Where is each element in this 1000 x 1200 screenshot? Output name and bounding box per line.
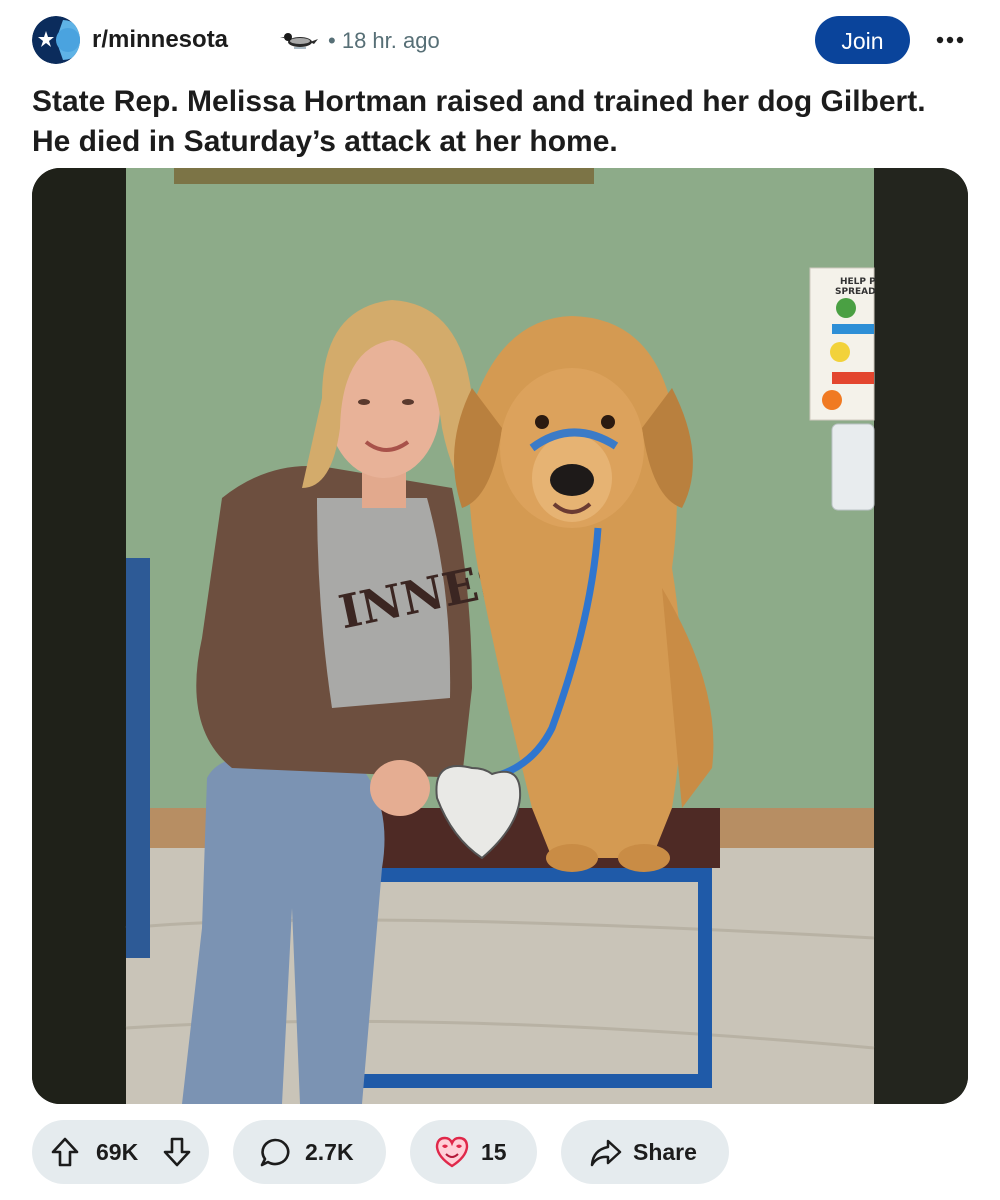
- post-image[interactable]: HELP P SPREAD INNES: [32, 168, 968, 1104]
- share-label: Share: [633, 1139, 697, 1165]
- award-count: 15: [481, 1139, 507, 1165]
- vote-control: 69K: [32, 1120, 209, 1184]
- post-title[interactable]: State Rep. Melissa Hortman raised and tr…: [32, 82, 962, 162]
- svg-text:SPREAD: SPREAD: [835, 287, 876, 297]
- poster-text: HELP P: [840, 277, 876, 287]
- heart-eyes-award-icon: [435, 1136, 469, 1168]
- comment-count: 2.7K: [305, 1139, 354, 1165]
- join-button[interactable]: Join: [815, 16, 910, 64]
- upvote-icon[interactable]: [50, 1136, 80, 1168]
- vote-count: 69K: [96, 1139, 139, 1165]
- post-header: r/minnesota • 18 hr. ago Join: [32, 16, 968, 64]
- comments-button[interactable]: 2.7K: [233, 1120, 386, 1184]
- post-age: 18 hr. ago: [341, 28, 440, 53]
- loon-icon: [280, 33, 318, 49]
- meta-separator: •: [328, 28, 336, 53]
- comment-bubble-icon: [260, 1138, 290, 1167]
- post-photo: HELP P SPREAD INNES: [32, 168, 968, 1104]
- subreddit-avatar[interactable]: [32, 16, 80, 64]
- share-button[interactable]: Share: [561, 1120, 729, 1184]
- minnesota-star-icon: [32, 16, 80, 64]
- subreddit-name[interactable]: r/minnesota: [92, 26, 228, 54]
- downvote-icon[interactable]: [162, 1136, 192, 1168]
- post-meta: • 18 hr. ago: [328, 27, 440, 55]
- awards-button[interactable]: 15: [410, 1120, 537, 1184]
- share-arrow-icon: [590, 1139, 622, 1167]
- more-options-icon[interactable]: [930, 20, 970, 60]
